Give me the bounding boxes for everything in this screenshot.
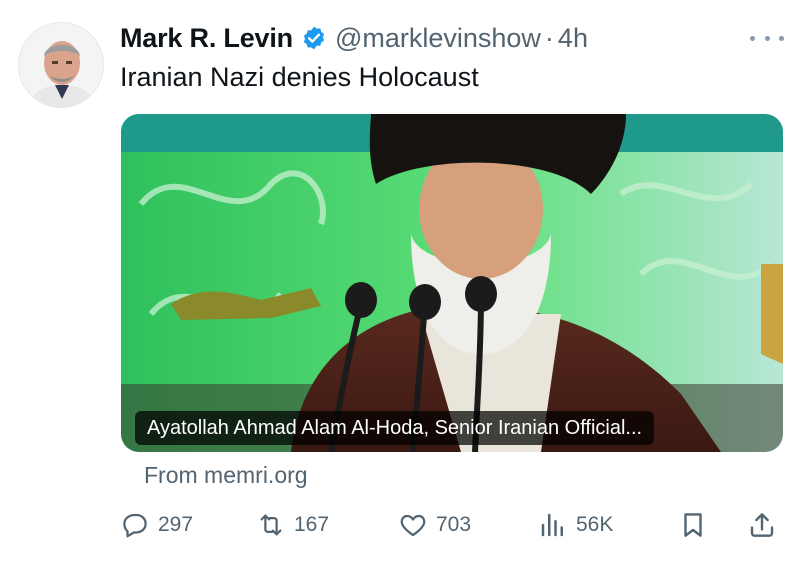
timestamp[interactable]: 4h (558, 23, 588, 54)
verified-icon (303, 26, 325, 50)
avatar[interactable] (18, 22, 104, 108)
action-bar: 297 167 703 56K (0, 500, 800, 550)
media-card[interactable]: Ayatollah Ahmad Alam Al-Hoda, Senior Ira… (121, 114, 783, 452)
source-link[interactable]: From memri.org (144, 462, 308, 489)
like-icon (400, 514, 426, 537)
reply-count: 297 (158, 513, 194, 536)
author-name[interactable]: Mark R. Levin (120, 23, 293, 54)
more-icon[interactable] (750, 26, 784, 50)
media-caption: Ayatollah Ahmad Alam Al-Hoda, Senior Ira… (135, 411, 655, 445)
tweet-text: Iranian Nazi denies Holocaust (120, 62, 479, 92)
tweet-header: Mark R. Levin @marklevinshow · 4h (120, 20, 588, 56)
tweet: Mark R. Levin @marklevinshow · 4h Irania… (0, 0, 800, 565)
repost-icon (260, 514, 282, 536)
author-handle[interactable]: @marklevinshow (335, 23, 541, 54)
bookmark-icon (684, 513, 702, 537)
reply-button[interactable]: 297 (120, 508, 193, 542)
like-count: 703 (436, 513, 472, 536)
separator-dot: · (544, 22, 554, 53)
share-button[interactable] (747, 508, 777, 542)
repost-count: 167 (294, 513, 330, 536)
media-image (121, 114, 783, 452)
views-icon (541, 513, 563, 537)
bookmark-button[interactable] (678, 508, 708, 542)
repost-button[interactable]: 167 (256, 508, 329, 542)
like-button[interactable]: 703 (398, 508, 471, 542)
share-icon (750, 513, 774, 537)
reply-icon (123, 513, 147, 538)
views-button[interactable]: 56K (538, 508, 613, 542)
avatar-image (19, 23, 103, 107)
view-count: 56K (576, 513, 614, 536)
